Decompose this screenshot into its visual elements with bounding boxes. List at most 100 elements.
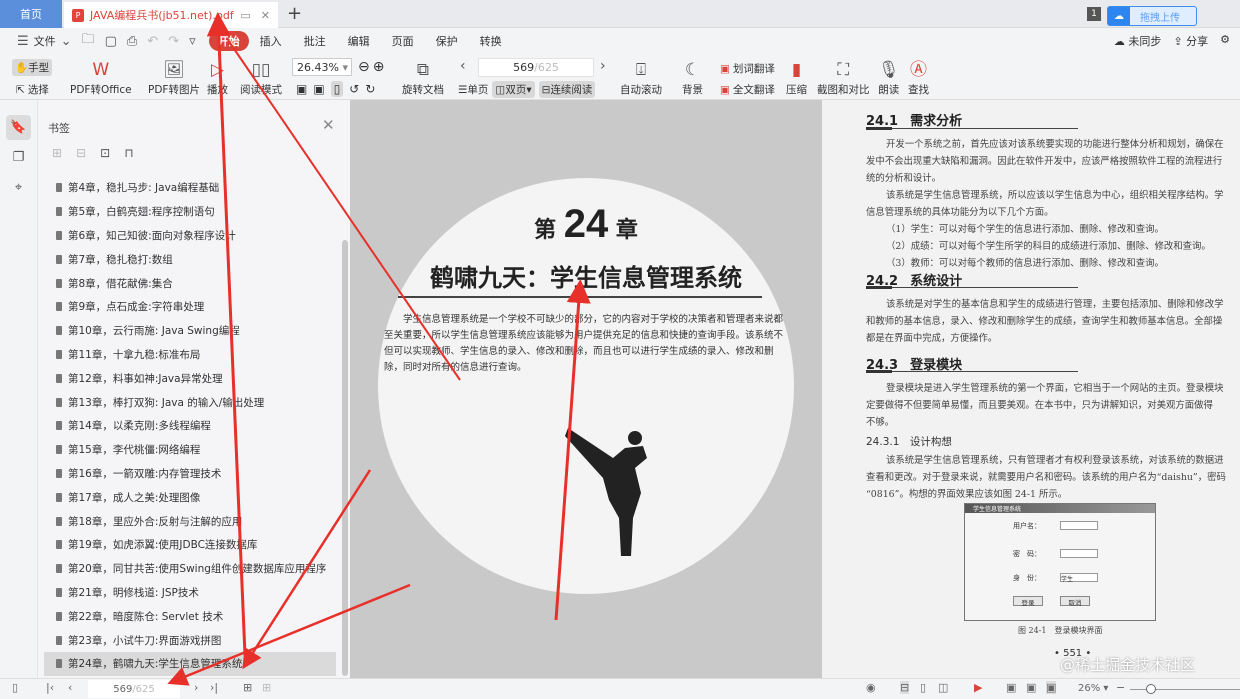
rotate-left-icon[interactable]: ↺ [349, 82, 359, 96]
expand-bookmark-icon[interactable]: ⊞ [52, 146, 62, 160]
new-tab-button[interactable]: + [287, 3, 302, 24]
zoom-out-icon[interactable]: ⊖ [358, 59, 370, 75]
eye-protection-icon[interactable]: ◉ [866, 681, 876, 694]
compress-button[interactable]: ▮ 压缩 [786, 58, 807, 97]
play-button[interactable]: ▷ 播放 [207, 58, 228, 97]
bookmark-item[interactable]: 第5章，白鹤亮翅:程序控制语句 [44, 200, 336, 224]
play-icon[interactable]: ▶ [974, 681, 982, 694]
read-aloud-button[interactable]: 🎙 朗读 [878, 58, 900, 97]
add-page-after-icon[interactable]: ⊞ [262, 681, 271, 694]
close-panel-icon[interactable]: ✕ [322, 116, 335, 134]
bookmark-item[interactable]: 第4章，稳扎马步: Java编程基础 [44, 176, 336, 200]
zoom-in-icon[interactable]: ⊕ [373, 59, 385, 75]
bookmark-item[interactable]: 第16章，一箭双雕:内存管理技术 [44, 462, 336, 486]
settings-icon[interactable]: ⚙ [1220, 33, 1230, 49]
continuous-view-icon[interactable]: ⊟ [900, 681, 910, 694]
bookmark-item[interactable]: 第24章，鹤啸九天:学生信息管理系统 [44, 651, 336, 676]
status-zoom[interactable]: 26% ▾ [1078, 683, 1108, 694]
bookmark-item[interactable]: 第10章，云行雨施: Java Swing编程 [44, 319, 336, 343]
pdf-to-image-button[interactable]: 🖼 PDF转图片 [148, 58, 200, 97]
print-icon[interactable]: ⎙ [122, 34, 142, 49]
bookmark-item[interactable]: 第18章，里应外合:反射与注解的应用 [44, 509, 336, 533]
bookmark-item[interactable]: 第17章，成人之美:处理图像 [44, 485, 336, 509]
chevron-down-icon[interactable]: ⌄ [56, 34, 77, 49]
screenshot-compare-button[interactable]: ⛶ 截图和对比 [817, 58, 870, 97]
previous-page-icon[interactable]: ‹ [460, 58, 466, 74]
single-page-button[interactable]: ☰单页 [458, 82, 488, 97]
save-icon[interactable]: ▢ [100, 34, 122, 49]
hand-tool-button[interactable]: ✋手型 [12, 59, 53, 76]
tab-home[interactable]: 首页 [0, 0, 62, 28]
rotate-right-icon[interactable]: ↻ [365, 82, 375, 96]
undo-icon[interactable]: ↶ [142, 34, 163, 49]
last-page-icon[interactable]: ›| [210, 681, 218, 694]
scrollbar[interactable] [342, 240, 348, 676]
fit-page-icon[interactable]: ▣ [1026, 681, 1036, 694]
fit-page-icon[interactable]: ▣ [313, 82, 324, 96]
single-view-icon[interactable]: ▯ [920, 681, 926, 694]
menu-insert[interactable]: 插入 [249, 33, 293, 49]
zoom-out-icon[interactable]: − [1116, 681, 1125, 694]
menu-edit[interactable]: 编辑 [337, 33, 381, 49]
bookmark-item[interactable]: 第11章，十拿九稳:标准布局 [44, 343, 336, 367]
bookmark-item[interactable]: 第9章，点石成金:字符串处理 [44, 295, 336, 319]
add-bookmark-icon[interactable]: ⊡ [100, 146, 110, 160]
bookmark-item[interactable]: 第20章，同甘共苦:使用Swing组件创建数据库应用程序 [44, 557, 336, 581]
bookmark-item[interactable]: 第8章，借花献佛:集合 [44, 271, 336, 295]
collapse-bookmark-icon[interactable]: ⊟ [76, 146, 86, 160]
next-page-icon[interactable]: › [600, 58, 606, 74]
menu-convert[interactable]: 转换 [469, 33, 513, 49]
select-tool-button[interactable]: ⇱ 选择 [16, 82, 49, 97]
rotate-document-button[interactable]: ⧉ 旋转文档 [402, 58, 444, 97]
find-button[interactable]: Ⓐ 查找 [908, 58, 929, 97]
add-page-icon[interactable]: ⊞ [243, 681, 252, 694]
customize-icon[interactable]: ▿ [184, 34, 201, 49]
bookmark-item[interactable]: 第7章，稳扎稳打:数组 [44, 247, 336, 271]
auto-scroll-button[interactable]: ⍗ 自动滚动 [620, 58, 662, 97]
bookmark-item[interactable]: 第19章，如虎添翼:使用JDBC连接数据库 [44, 533, 336, 557]
first-page-icon[interactable]: |‹ [46, 681, 54, 694]
zoom-select[interactable]: 26.43% ▾ [292, 58, 352, 76]
close-tab-icon[interactable]: ✕ [261, 9, 270, 22]
bookmark-icon[interactable]: ⊓ [124, 146, 133, 160]
bookmark-item[interactable]: 第14章，以柔克刚:多线程编程 [44, 414, 336, 438]
bookmark-panel-icon[interactable]: 🔖 [6, 115, 31, 140]
sidebar-toggle-icon[interactable]: ▯ [12, 681, 18, 694]
bookmark-item[interactable]: 第23章，小试牛刀:界面游戏拼图 [44, 628, 336, 652]
notification-badge[interactable]: 1 [1087, 7, 1101, 21]
menu-file[interactable]: 文件 [34, 33, 56, 49]
menu-start[interactable]: 开始 [208, 31, 249, 51]
pin-icon[interactable]: ▭ [240, 9, 250, 22]
thumbnail-panel-icon[interactable]: ❐ [6, 145, 31, 170]
word-translate-button[interactable]: ▣ 划词翻译 [720, 61, 775, 76]
sync-button[interactable]: ☁ 未同步 [1114, 33, 1162, 49]
bookmark-item[interactable]: 第13章，棒打双狗: Java 的输入/输出处理 [44, 390, 336, 414]
bookmark-item[interactable]: 第6章，知己知彼:面向对象程序设计 [44, 224, 336, 248]
open-folder-icon[interactable]: 🗀 [77, 30, 100, 52]
redo-icon[interactable]: ↷ [163, 34, 184, 49]
zoom-slider-handle[interactable] [1146, 684, 1156, 694]
status-page-input[interactable]: 569/625 [88, 680, 180, 698]
menu-protect[interactable]: 保护 [425, 33, 469, 49]
page-number-input[interactable]: 569/625 [478, 58, 594, 77]
double-view-icon[interactable]: ◫ [938, 681, 948, 694]
upload-button[interactable]: ☁ 拖拽上传 [1107, 6, 1197, 26]
pdf-to-office-button[interactable]: W PDF转Office [70, 58, 132, 97]
fit-width-icon[interactable]: ▣ [1046, 681, 1057, 694]
attachment-panel-icon[interactable]: ⌖ [6, 175, 31, 200]
next-page-icon[interactable]: › [194, 681, 198, 694]
read-mode-button[interactable]: ▯▯ 阅读模式 [240, 58, 282, 97]
continuous-read-button[interactable]: ⊟连续阅读 [538, 81, 596, 98]
actual-size-icon[interactable]: ▣ [296, 82, 307, 96]
bookmark-item[interactable]: 第21章，明修栈道: JSP技术 [44, 581, 336, 605]
bookmark-item[interactable]: 第12章，料事如神:Java异常处理 [44, 366, 336, 390]
hamburger-icon[interactable]: ☰ [12, 34, 34, 49]
fit-width-icon[interactable]: ▯ [330, 81, 344, 97]
actual-size-icon[interactable]: ▣ [1006, 681, 1016, 694]
bookmark-item[interactable]: 第15章，李代桃僵:网络编程 [44, 438, 336, 462]
tab-document[interactable]: P JAVA编程兵书(jb51.net).pdf ▭ ✕ [64, 2, 278, 28]
menu-page[interactable]: 页面 [381, 33, 425, 49]
share-button[interactable]: ⇪ 分享 [1173, 33, 1208, 49]
full-translate-button[interactable]: ▣ 全文翻译 [720, 82, 775, 97]
menu-annotate[interactable]: 批注 [293, 33, 337, 49]
